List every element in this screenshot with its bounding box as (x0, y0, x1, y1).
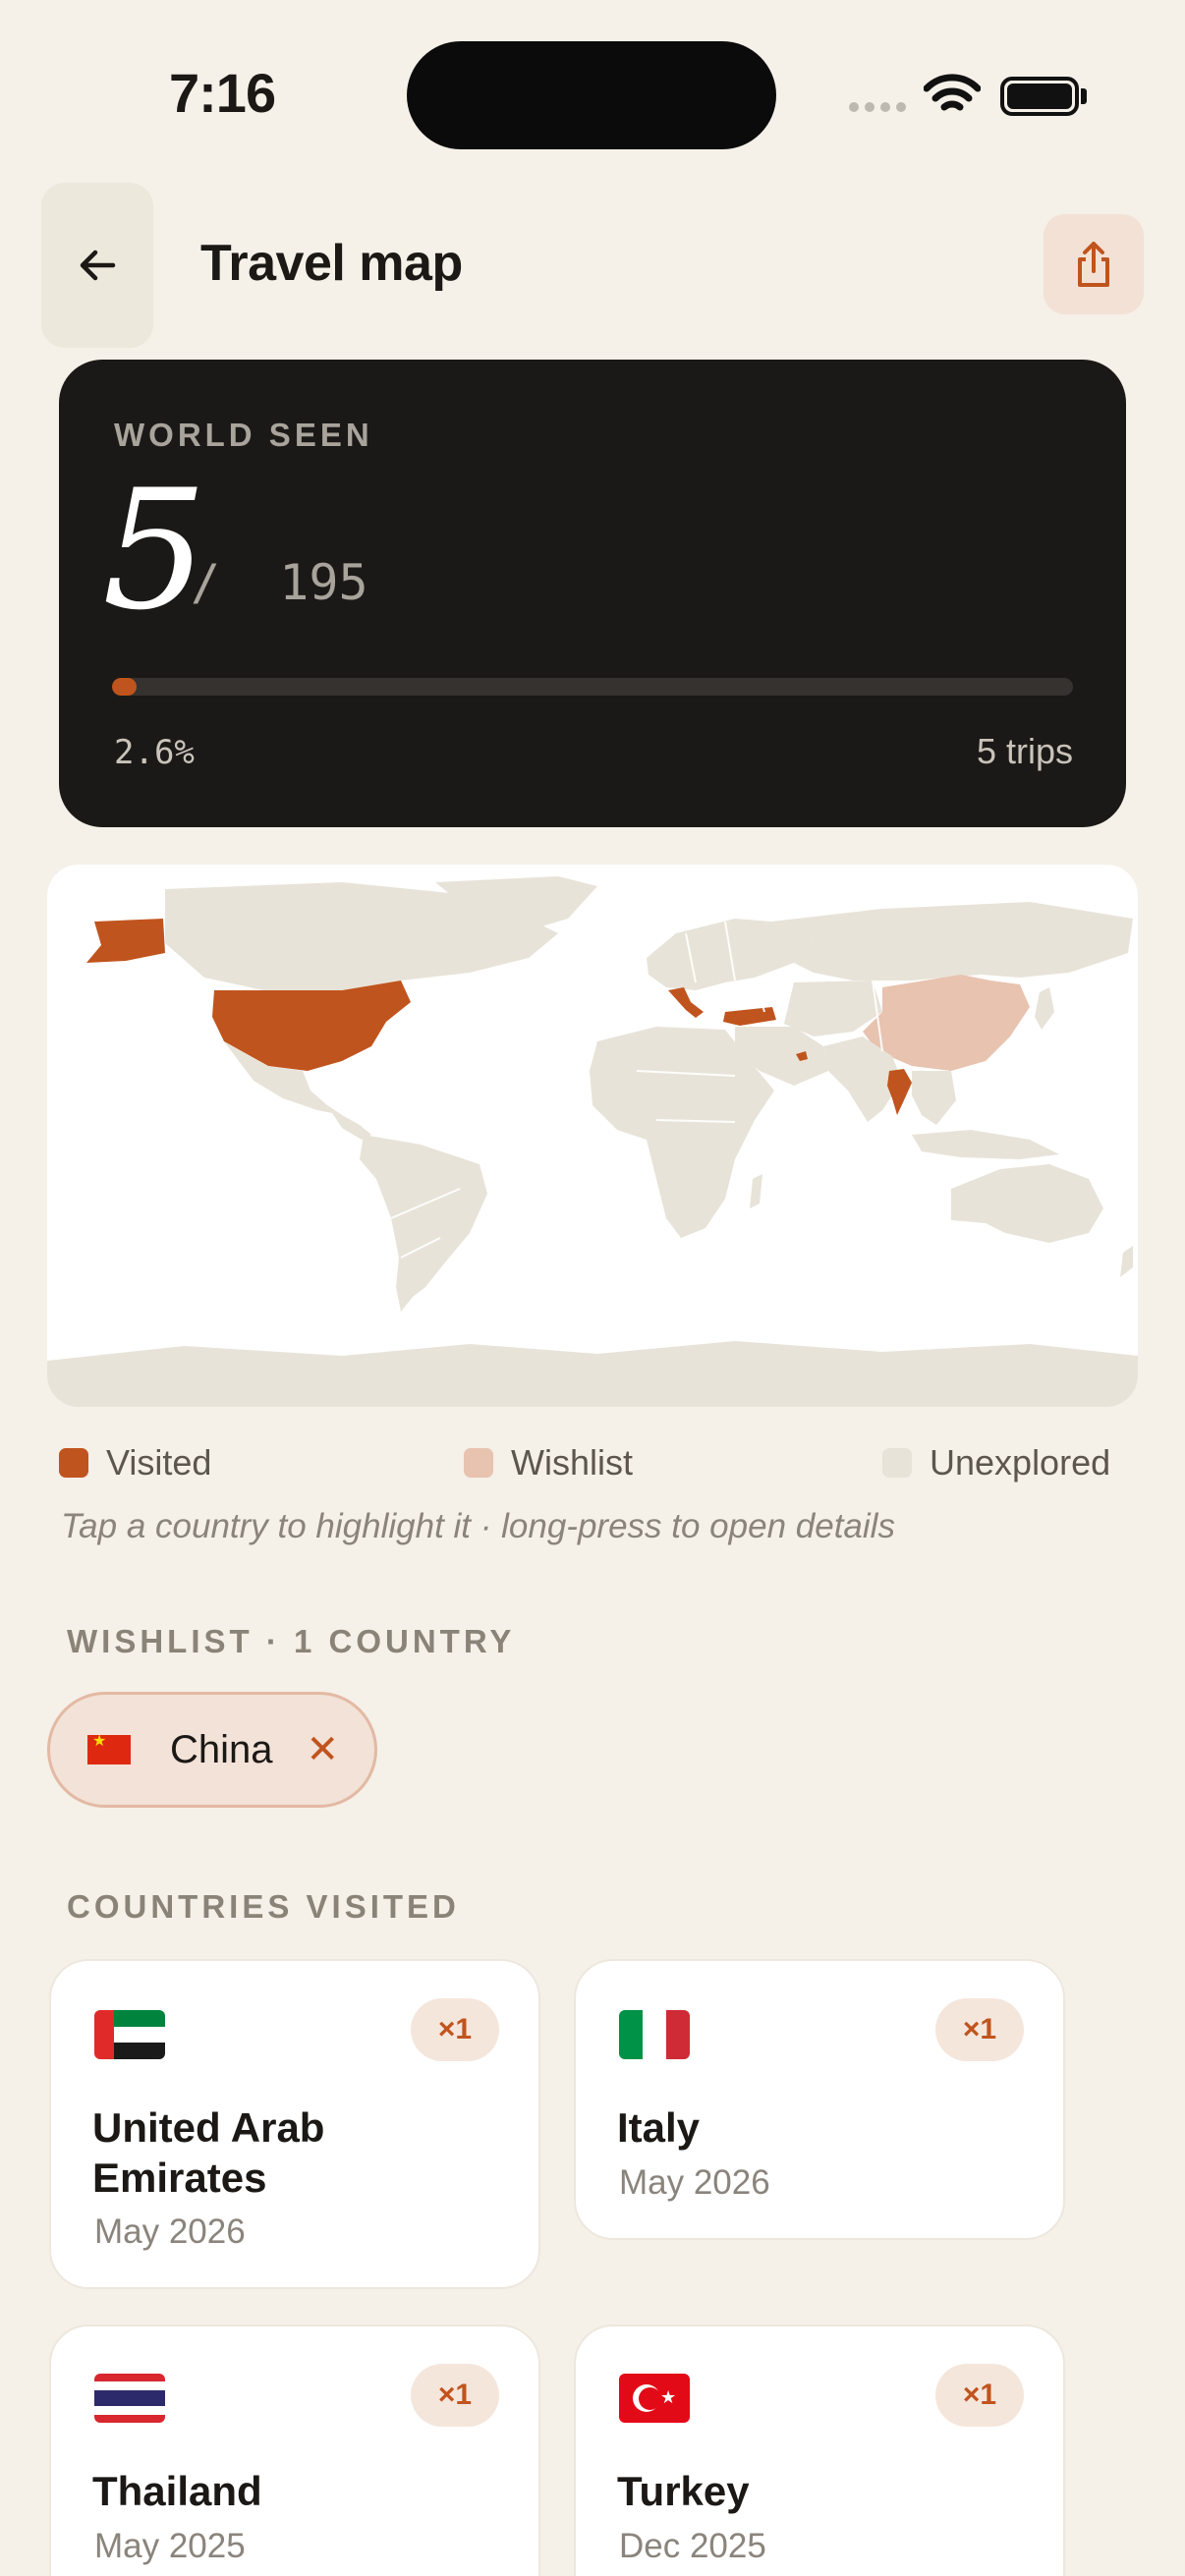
legend-unexplored: Unexplored (882, 1442, 1110, 1484)
progress-bar (112, 678, 1073, 696)
country-madagascar[interactable] (750, 1174, 762, 1208)
visit-date: Dec 2025 (619, 2527, 766, 2565)
legend-wishlist-label: Wishlist (511, 1442, 633, 1483)
wishlist-chip-label: China (170, 1727, 273, 1771)
country-name: Turkey (617, 2468, 750, 2514)
battery-cap (1081, 88, 1087, 104)
visit-count-badge: ×1 (935, 1998, 1024, 2061)
country-australia[interactable] (951, 1164, 1103, 1243)
legend-visited-label: Visited (106, 1442, 212, 1483)
uae-flag-icon (94, 2010, 165, 2059)
trip-count: 5 trips (976, 731, 1073, 771)
dynamic-island (407, 41, 776, 149)
visit-count-badge: ×1 (935, 2364, 1024, 2427)
italy-flag-icon (619, 2010, 690, 2059)
country-card-uae[interactable]: ×1 United Arab Emirates May 2026 (49, 1959, 540, 2289)
share-icon (1078, 242, 1109, 287)
legend-visited-swatch (59, 1448, 88, 1478)
visit-count-badge: ×1 (411, 1998, 499, 2061)
visited-percent: 2.6% (114, 733, 195, 772)
world-map[interactable] (47, 865, 1138, 1407)
close-icon[interactable]: ✕ (307, 1730, 340, 1769)
world-map-svg[interactable] (47, 865, 1138, 1407)
country-indonesia[interactable] (912, 1130, 1059, 1159)
country-new-zealand[interactable] (1120, 1246, 1133, 1277)
total-countries: / 195 (191, 554, 368, 611)
legend-unexplored-swatch (882, 1448, 912, 1478)
back-button[interactable] (41, 183, 153, 348)
country-central-america[interactable] (327, 1105, 371, 1140)
country-card-turkey[interactable]: ★ ×1 Turkey Dec 2025 (574, 2324, 1065, 2576)
country-japan[interactable] (1035, 987, 1054, 1030)
page-title: Travel map (200, 235, 463, 292)
status-time: 7:16 (169, 62, 276, 124)
visited-section-label: COUNTRIES VISITED (67, 1888, 460, 1925)
map-hint: Tap a country to highlight it · long-pre… (61, 1507, 895, 1545)
legend-wishlist: Wishlist (464, 1442, 633, 1484)
wishlist-section-label: WISHLIST · 1 COUNTRY (67, 1623, 516, 1659)
country-name: Thailand (92, 2468, 262, 2514)
visit-date: May 2025 (94, 2527, 246, 2565)
country-name: United Arab Emirates (92, 2102, 505, 2203)
cellular-signal-icon (849, 102, 906, 112)
battery-icon (1000, 77, 1079, 116)
country-southeast-asia[interactable] (912, 1071, 956, 1125)
visit-date: May 2026 (94, 2212, 246, 2251)
wifi-icon (924, 74, 981, 111)
country-antarctica[interactable] (47, 1341, 1138, 1407)
visit-date: May 2026 (619, 2163, 770, 2202)
country-name: Italy (617, 2104, 701, 2151)
country-alaska[interactable] (86, 919, 165, 963)
country-card-italy[interactable]: ×1 Italy May 2026 (574, 1959, 1065, 2240)
country-italy[interactable] (668, 987, 704, 1018)
country-africa[interactable] (590, 1027, 774, 1238)
visit-count-badge: ×1 (411, 2364, 499, 2427)
country-name-line2: Emirates (92, 2155, 267, 2201)
thailand-flag-icon (94, 2374, 165, 2423)
country-name-line1: United Arab (92, 2104, 325, 2151)
country-russia[interactable] (755, 902, 1133, 980)
country-card-thailand[interactable]: ×1 Thailand May 2025 (49, 2324, 540, 2576)
progress-fill (112, 678, 138, 696)
share-button[interactable] (1044, 214, 1144, 314)
china-flag-icon (87, 1731, 131, 1764)
legend-unexplored-label: Unexplored (930, 1442, 1111, 1483)
country-turkey[interactable] (723, 1007, 776, 1026)
world-seen-label: WORLD SEEN (114, 417, 373, 453)
legend-visited: Visited (59, 1442, 211, 1484)
legend-wishlist-swatch (464, 1448, 493, 1478)
turkey-flag-icon: ★ (619, 2374, 690, 2423)
arrow-left-icon (80, 250, 116, 281)
country-south-america[interactable] (360, 1135, 487, 1312)
country-thailand[interactable] (887, 1069, 912, 1115)
wishlist-chip-china[interactable]: China ✕ (47, 1692, 377, 1808)
